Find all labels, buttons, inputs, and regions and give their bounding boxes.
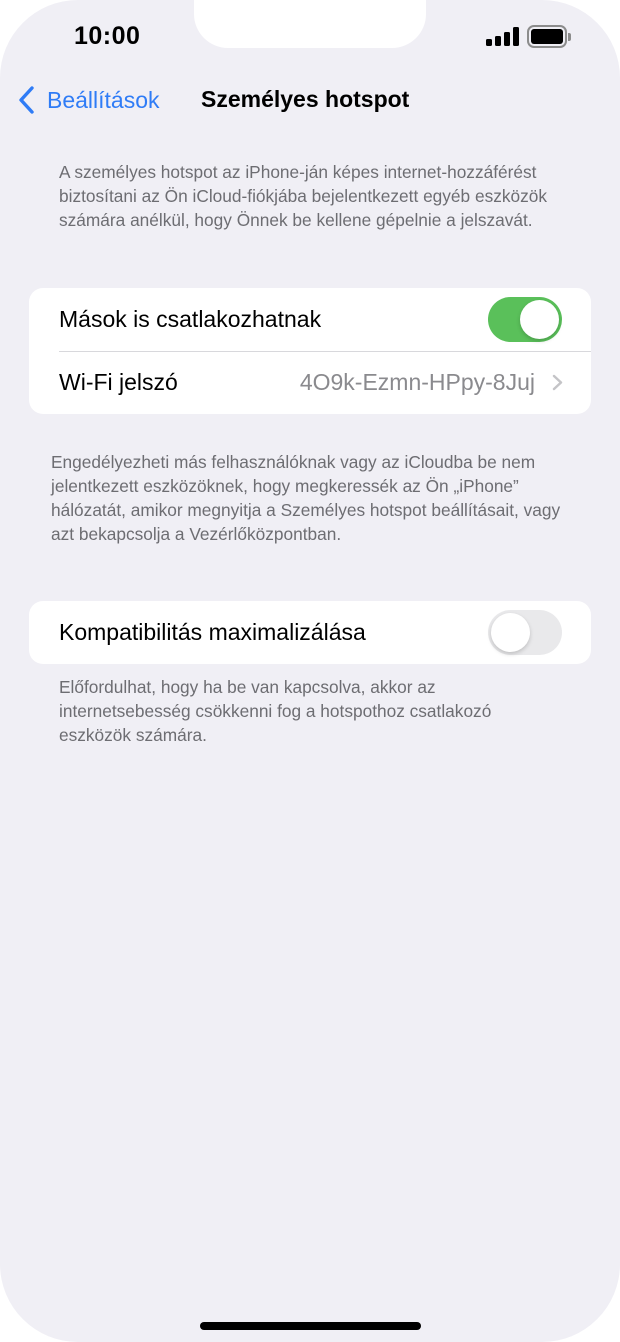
battery-icon <box>527 25 572 48</box>
compat-footer: Előfordulhat, hogy ha be van kapcsolva, … <box>59 677 492 745</box>
wifi-password-value: 4O9k-Ezmn-HPpy-8Juj <box>299 369 535 395</box>
hotspot-settings-group: Mások is csatlakozhatnak Wi-Fi jelszó 4O… <box>29 288 591 414</box>
allow-others-footer: Engedélyezheti más felhasználóknak vagy … <box>51 452 561 544</box>
signal-strength-icon <box>486 27 520 46</box>
page-title: Személyes hotspot <box>201 86 410 112</box>
back-button[interactable]: Beállítások <box>17 84 160 116</box>
toggle-knob <box>491 613 530 652</box>
back-button-label: Beállítások <box>47 86 160 113</box>
chevron-right-icon <box>552 374 563 391</box>
max-compat-toggle[interactable] <box>488 610 562 655</box>
max-compat-label: Kompatibilitás maximalizálása <box>59 619 366 645</box>
allow-others-label: Mások is csatlakozhatnak <box>59 306 322 332</box>
allow-others-row: Mások is csatlakozhatnak <box>29 288 591 351</box>
status-time: 10:00 <box>74 22 141 50</box>
max-compat-row: Kompatibilitás maximalizálása <box>29 601 591 664</box>
allow-others-toggle[interactable] <box>488 297 562 342</box>
wifi-password-label: Wi-Fi jelszó <box>59 369 178 395</box>
chevron-left-icon <box>19 86 34 114</box>
toggle-knob <box>520 300 559 339</box>
intro-description: A személyes hotspot az iPhone-ján képes … <box>59 162 547 230</box>
home-indicator[interactable] <box>200 1322 421 1330</box>
phone-screen: 10:00 Beállítások Személyes hotspot A sz… <box>0 0 620 1342</box>
compatibility-settings-group: Kompatibilitás maximalizálása <box>29 601 591 664</box>
wifi-password-row[interactable]: Wi-Fi jelszó 4O9k-Ezmn-HPpy-8Juj <box>29 351 591 414</box>
notch <box>194 0 426 48</box>
